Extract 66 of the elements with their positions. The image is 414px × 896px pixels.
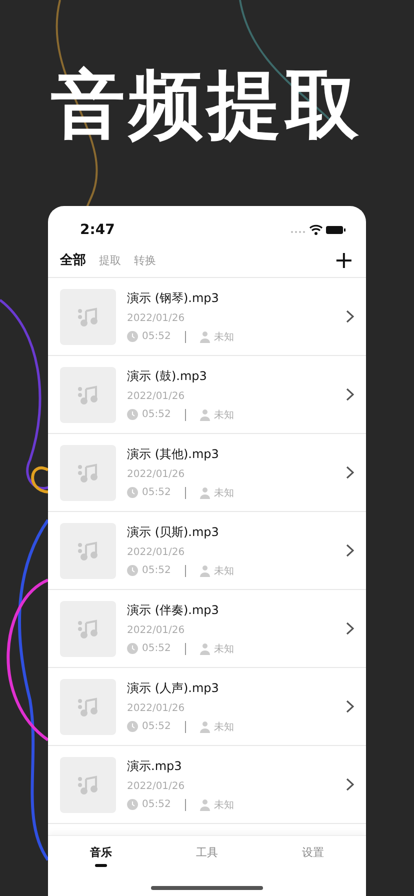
person-icon [200, 720, 210, 732]
file-duration: 05:52 [142, 643, 171, 654]
person-icon [200, 564, 210, 576]
file-name: 演示 (其他).mp3 [127, 446, 220, 462]
status-icons [290, 224, 346, 236]
chevron-right-icon[interactable] [346, 466, 354, 479]
file-duration: 05:52 [142, 409, 171, 420]
music-note-icon [77, 306, 99, 328]
filter-tab[interactable]: 提取 [99, 252, 121, 268]
file-artist: 未知 [214, 564, 234, 578]
clock-icon [127, 799, 138, 810]
person-icon [200, 408, 210, 420]
file-name: 演示 (钢琴).mp3 [127, 290, 220, 306]
file-date: 2022/01/26 [127, 702, 186, 714]
file-date: 2022/01/26 [127, 546, 186, 558]
music-note-icon [77, 618, 99, 640]
file-date: 2022/01/26 [127, 390, 186, 402]
file-name: 演示 (鼓).mp3 [127, 368, 208, 384]
filter-tab[interactable]: 全部 [60, 251, 86, 269]
file-duration: 05:52 [142, 565, 171, 576]
file-duration: 05:52 [142, 721, 171, 732]
chevron-right-icon[interactable] [346, 310, 354, 323]
chevron-right-icon[interactable] [346, 544, 354, 557]
person-icon [200, 330, 210, 342]
file-artist: 未知 [214, 486, 234, 500]
file-name: 演示 (伴奏).mp3 [127, 602, 220, 618]
file-artist: 未知 [214, 798, 234, 812]
music-note-icon [77, 540, 99, 562]
file-duration: 05:52 [142, 799, 171, 810]
file-date: 2022/01/26 [127, 624, 186, 636]
file-artist: 未知 [214, 408, 234, 422]
person-icon [200, 798, 210, 810]
person-icon [200, 486, 210, 498]
status-time: 2:47 [80, 222, 115, 238]
file-name: 演示.mp3 [127, 758, 183, 774]
clock-icon [127, 331, 138, 342]
file-name: 演示 (贝斯).mp3 [127, 524, 220, 540]
file-date: 2022/01/26 [127, 780, 186, 792]
person-icon [200, 642, 210, 654]
chevron-right-icon[interactable] [346, 388, 354, 401]
clock-icon [127, 409, 138, 420]
bottom-tab[interactable]: 工具 [190, 836, 224, 861]
file-duration: 05:52 [142, 331, 171, 342]
file-artist: 未知 [214, 642, 234, 656]
clock-icon [127, 643, 138, 654]
file-date: 2022/01/26 [127, 468, 186, 480]
file-artist: 未知 [214, 720, 234, 734]
music-note-icon [77, 384, 99, 406]
file-duration: 05:52 [142, 487, 171, 498]
clock-icon [127, 487, 138, 498]
clock-icon [127, 721, 138, 732]
filter-tab[interactable]: 转换 [134, 252, 156, 268]
add-button[interactable]: + [334, 248, 354, 272]
file-name: 演示 (人声).mp3 [127, 680, 220, 696]
bottom-tab[interactable]: 音乐 [84, 836, 118, 868]
file-date: 2022/01/26 [127, 312, 186, 324]
music-note-icon [77, 696, 99, 718]
clock-icon [127, 565, 138, 576]
music-note-icon [77, 462, 99, 484]
chevron-right-icon[interactable] [346, 622, 354, 635]
file-artist: 未知 [214, 330, 234, 344]
bottom-tab[interactable]: 设置 [296, 836, 330, 861]
music-note-icon [77, 774, 99, 796]
headline: 音频提取 [51, 68, 363, 142]
chevron-right-icon[interactable] [346, 700, 354, 713]
chevron-right-icon[interactable] [346, 778, 354, 791]
